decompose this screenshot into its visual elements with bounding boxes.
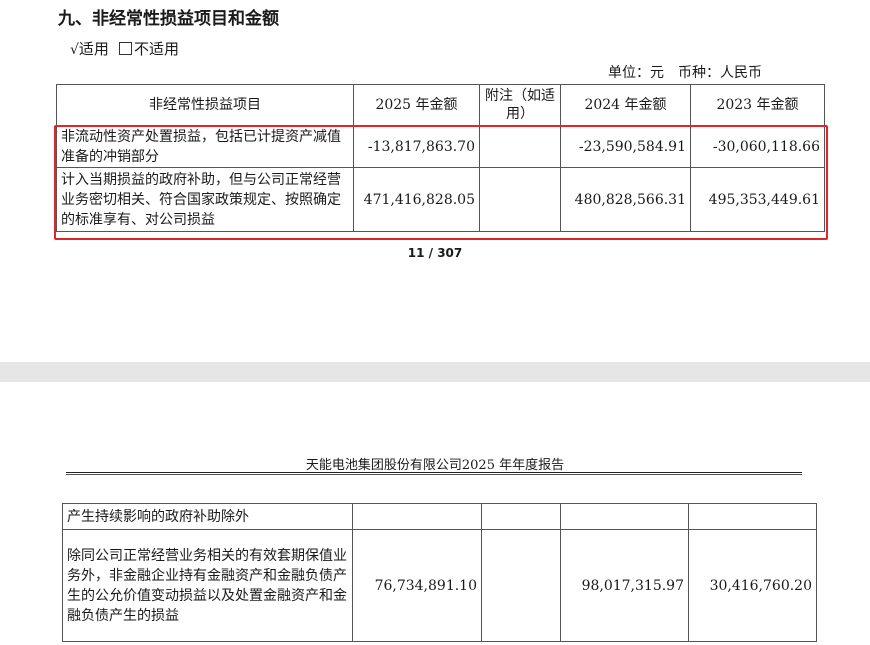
report-header: 天能电池集团股份有限公司2025 年年度报告: [305, 458, 565, 473]
report-page-top: 九、非经常性损益项目和金额 √适用 不适用 单位：元 币种：人民币 非经常性损益项…: [0, 0, 870, 362]
table-header-row: 非经常性损益项目 2025 年金额 附注（如适用） 2024 年金额 2023 …: [56, 84, 825, 126]
applicable-label: 适用: [78, 40, 109, 58]
header-item: 非经常性损益项目: [56, 84, 354, 126]
check-mark-icon: √: [70, 42, 79, 58]
page-number: 11 / 307: [407, 246, 463, 260]
header-2024: 2024 年金额: [560, 84, 691, 126]
table-row: 除同公司正常经营业务相关的有效套期保值业务外，非金融企业持有金融资产和金融负债产…: [62, 529, 817, 642]
row-item: 产生持续影响的政府补助除外: [62, 503, 353, 530]
not-applicable-label: 不适用: [133, 40, 179, 58]
row-2024: [560, 503, 689, 530]
row-item: 除同公司正常经营业务相关的有效套期保值业务外，非金融企业持有金融资产和金融负债产…: [62, 529, 353, 642]
header-rule-thin: [66, 474, 802, 475]
section-title: 九、非经常性损益项目和金额: [58, 9, 279, 29]
nonrecurring-items-table-continued: 产生持续影响的政府补助除外 除同公司正常经营业务相关的有效套期保值业务外，非金融…: [62, 503, 817, 642]
table-row: 产生持续影响的政府补助除外: [62, 503, 817, 530]
empty-checkbox-icon: [118, 42, 132, 55]
row-note: [481, 529, 561, 642]
header-rule: [66, 472, 802, 473]
header-2025: 2025 年金额: [353, 84, 480, 126]
row-2023: 30,416,760.20: [688, 529, 817, 642]
page-separator: [0, 362, 870, 382]
red-highlight-box: [54, 125, 828, 240]
currency-unit: 单位：元 币种：人民币: [608, 65, 762, 81]
header-2023: 2023 年金额: [690, 84, 825, 126]
row-note: [481, 503, 561, 530]
row-2025: 76,734,891.10: [352, 529, 482, 642]
applicability-options: √适用 不适用: [70, 38, 179, 59]
row-2024: 98,017,315.97: [560, 529, 689, 642]
row-2023: [688, 503, 817, 530]
row-2025: [352, 503, 482, 530]
header-note: 附注（如适用）: [479, 84, 561, 126]
